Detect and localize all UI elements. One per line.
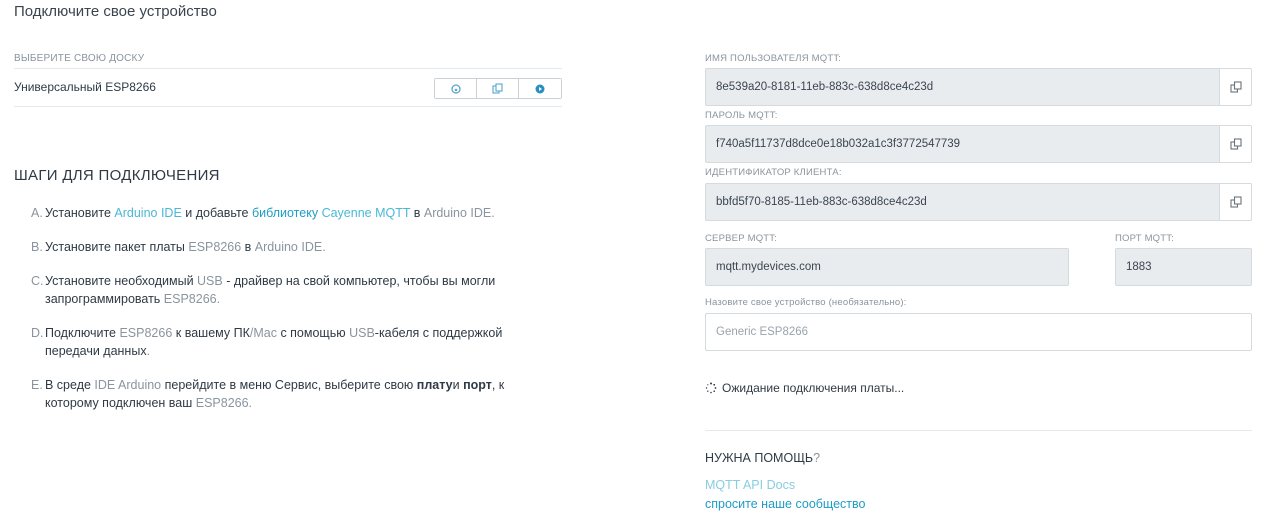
cayenne-mqtt-link[interactable]: Cayenne MQTT	[322, 206, 411, 220]
client-id-value[interactable]: bbfd5f70-8185-11eb-883c-638d8ce4c23d	[705, 183, 1219, 221]
board-select-label: ВЫБЕРИТЕ СВОЮ ДОСКУ	[14, 53, 145, 64]
step-c: C. Установите необходимый USB - драйвер …	[31, 272, 551, 308]
step-d: D. Подключите ESP8266 к вашему ПК/Mac с …	[31, 324, 551, 360]
help-divider	[705, 430, 1252, 431]
step-letter: E.	[31, 378, 43, 392]
mqtt-password-label: ПАРОЛЬ MQTT:	[705, 110, 778, 121]
mqtt-api-docs-link[interactable]: MQTT API Docs	[705, 478, 795, 492]
step-text: и	[452, 378, 464, 392]
copy-icon	[492, 83, 503, 94]
step-muted: Arduino IDE.	[254, 240, 326, 254]
step-text: Подключите	[45, 326, 120, 340]
step-letter: C.	[31, 274, 44, 288]
step-bold: плату	[416, 378, 453, 392]
mqtt-port-label: ПОРТ MQTT:	[1115, 233, 1175, 244]
board-name: Универсальный ESP8266	[14, 80, 156, 94]
device-name-input[interactable]	[705, 313, 1252, 351]
mqtt-username-field: 8e539a20-8181-11eb-883c-638d8ce4c23d	[705, 68, 1252, 106]
board-actions	[434, 78, 562, 99]
step-muted: ESP8266.	[195, 396, 253, 410]
step-muted: USB	[197, 274, 223, 288]
client-id-field: bbfd5f70-8185-11eb-883c-638d8ce4c23d	[705, 183, 1252, 221]
step-muted: USB	[349, 326, 375, 340]
step-text: с помощью	[276, 326, 350, 340]
github-button[interactable]	[435, 79, 477, 98]
mqtt-port-field[interactable]: 1883	[1115, 248, 1252, 286]
mqtt-password-field: f740a5f11737d8dce0e18b032a1c3f3772547739	[705, 125, 1252, 163]
help-title-text: НУЖНА ПОМОЩЬ	[705, 451, 814, 465]
board-row: Универсальный ESP8266	[14, 68, 562, 107]
github-icon	[450, 83, 461, 94]
mqtt-server-field[interactable]: mqtt.mydevices.com	[705, 248, 1069, 286]
step-muted: .	[146, 344, 151, 358]
step-letter: B.	[31, 240, 43, 254]
step-muted: IDE Arduino	[94, 378, 162, 392]
step-text: Установите	[45, 206, 115, 220]
step-letter: D.	[31, 326, 44, 340]
step-text: в	[410, 206, 424, 220]
step-muted: ESP8266	[119, 326, 173, 340]
step-bold: порт	[463, 378, 492, 392]
steps-title: ШАГИ ДЛЯ ПОДКЛЮЧЕНИЯ	[14, 167, 220, 184]
play-icon	[535, 84, 545, 93]
copy-icon	[1229, 138, 1242, 150]
mqtt-username-label: ИМЯ ПОЛЬЗОВАТЕЛЯ MQTT:	[705, 53, 842, 64]
step-text: к вашему ПК	[172, 326, 250, 340]
arduino-ide-link[interactable]: Arduino IDE	[114, 206, 181, 220]
help-title: НУЖНА ПОМОЩЬ?	[705, 451, 820, 465]
step-text: В среде	[45, 378, 95, 392]
steps-list: A. Установите Arduino IDE и добавьте биб…	[31, 204, 551, 428]
copy-client-id-button[interactable]	[1219, 183, 1252, 221]
client-id-label: ИДЕНТИФИКАТОР КЛИЕНТА:	[705, 167, 842, 178]
spinner-icon	[705, 382, 717, 394]
step-text: Установите необходимый	[45, 274, 198, 288]
copy-password-button[interactable]	[1219, 125, 1252, 163]
waiting-status: Ожидание подключения платы...	[705, 381, 904, 395]
play-button[interactable]	[519, 79, 561, 98]
step-muted: Arduino IDE.	[423, 206, 495, 220]
step-b: B. Установите пакет платы ESP8266 в Ardu…	[31, 238, 551, 256]
step-letter: A.	[31, 206, 43, 220]
copy-icon	[1229, 81, 1242, 93]
mqtt-password-value[interactable]: f740a5f11737d8dce0e18b032a1c3f3772547739	[705, 125, 1219, 163]
step-text: в	[241, 240, 255, 254]
library-link[interactable]: библиотеку	[252, 206, 318, 220]
step-muted: ESP8266	[188, 240, 242, 254]
device-name-label: Назовите свое устройство (необязательно)…	[705, 297, 907, 308]
copy-username-button[interactable]	[1219, 68, 1252, 106]
step-a: A. Установите Arduino IDE и добавьте биб…	[31, 204, 551, 222]
copy-code-button[interactable]	[477, 79, 519, 98]
mqtt-server-label: СЕРВЕР MQTT:	[705, 233, 778, 244]
copy-icon	[1229, 196, 1242, 208]
waiting-text: Ожидание подключения платы...	[722, 381, 905, 395]
step-text: и добавьте	[181, 206, 252, 220]
page-title: Подключите свое устройство	[14, 3, 217, 20]
community-link[interactable]: спросите наше сообщество	[705, 497, 865, 511]
step-muted: ESP8266.	[163, 292, 221, 306]
step-e: E. В среде IDE Arduino перейдите в меню …	[31, 376, 551, 412]
step-text: Установите пакет платы	[45, 240, 189, 254]
step-text: перейдите в меню Сервис, выберите свою	[161, 378, 417, 392]
mqtt-username-value[interactable]: 8e539a20-8181-11eb-883c-638d8ce4c23d	[705, 68, 1219, 106]
help-title-q: ?	[813, 451, 821, 465]
step-muted: /Mac	[249, 326, 277, 340]
